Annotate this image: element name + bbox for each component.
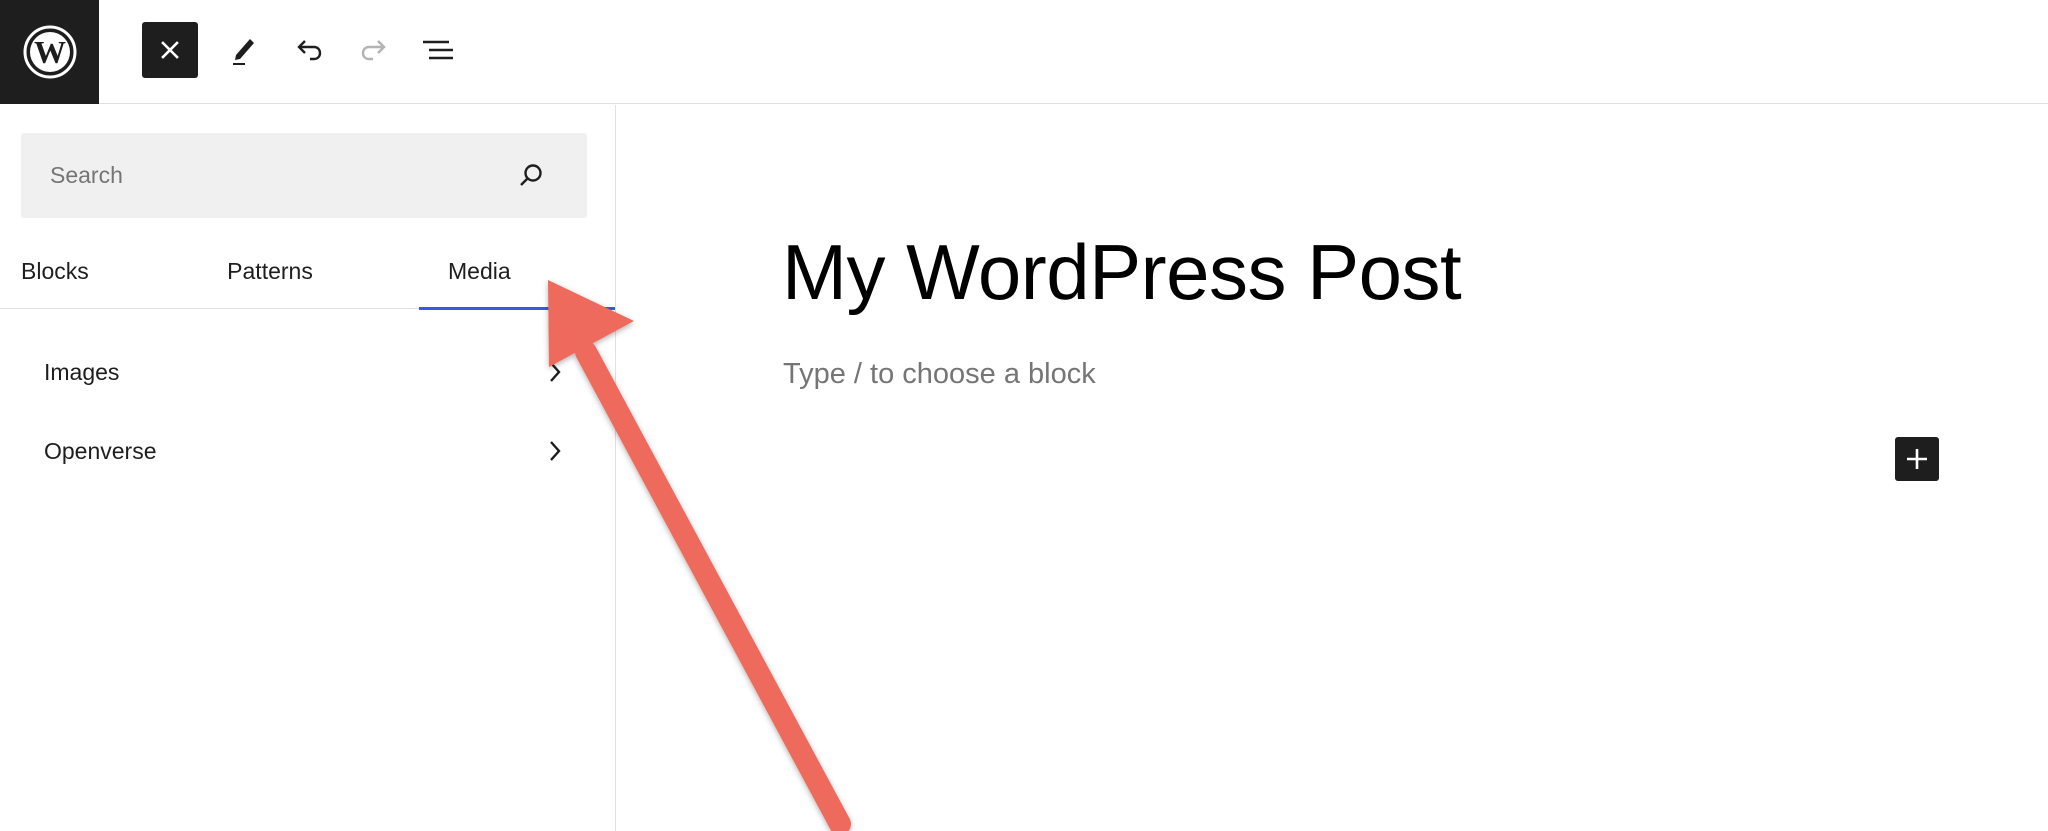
search-box <box>21 133 587 218</box>
block-inserter-panel: Blocks Patterns Media Images Openverse <box>0 105 616 831</box>
redo-icon <box>361 40 386 61</box>
tools-button[interactable] <box>216 22 272 78</box>
add-block-button[interactable] <box>1895 437 1939 481</box>
media-category-openverse[interactable]: Openverse <box>44 421 564 481</box>
pencil-icon <box>233 39 254 65</box>
list-view-icon <box>423 40 453 60</box>
plus-icon <box>1907 449 1927 469</box>
list-view-button[interactable] <box>410 22 466 78</box>
chevron-right-icon <box>550 362 561 382</box>
tab-patterns[interactable]: Patterns <box>200 233 340 309</box>
undo-button[interactable] <box>281 22 337 78</box>
tab-media[interactable]: Media <box>419 233 615 310</box>
wordpress-logo-button[interactable]: W <box>0 0 99 104</box>
redo-button[interactable] <box>346 22 402 78</box>
editor-canvas: My WordPress Post Type / to choose a blo… <box>617 105 2048 831</box>
search-input[interactable] <box>21 133 587 218</box>
close-icon <box>161 41 179 59</box>
close-inserter-button[interactable] <box>142 22 198 78</box>
tab-label: Patterns <box>227 257 313 284</box>
undo-icon <box>297 40 322 61</box>
category-label: Openverse <box>44 437 157 464</box>
editor-header: W <box>0 0 2048 104</box>
search-icon[interactable] <box>517 162 545 190</box>
category-label: Images <box>44 358 120 385</box>
tab-label: Media <box>448 257 511 284</box>
inserter-tabs: Blocks Patterns Media <box>0 233 615 310</box>
tab-label: Blocks <box>21 257 89 284</box>
post-title[interactable]: My WordPress Post <box>782 227 1462 318</box>
tab-blocks[interactable]: Blocks <box>0 233 130 309</box>
media-category-images[interactable]: Images <box>44 342 564 402</box>
wordpress-logo-icon: W <box>23 25 76 79</box>
block-placeholder[interactable]: Type / to choose a block <box>783 358 1096 391</box>
svg-text:W: W <box>34 34 66 70</box>
chevron-right-icon <box>550 441 561 461</box>
